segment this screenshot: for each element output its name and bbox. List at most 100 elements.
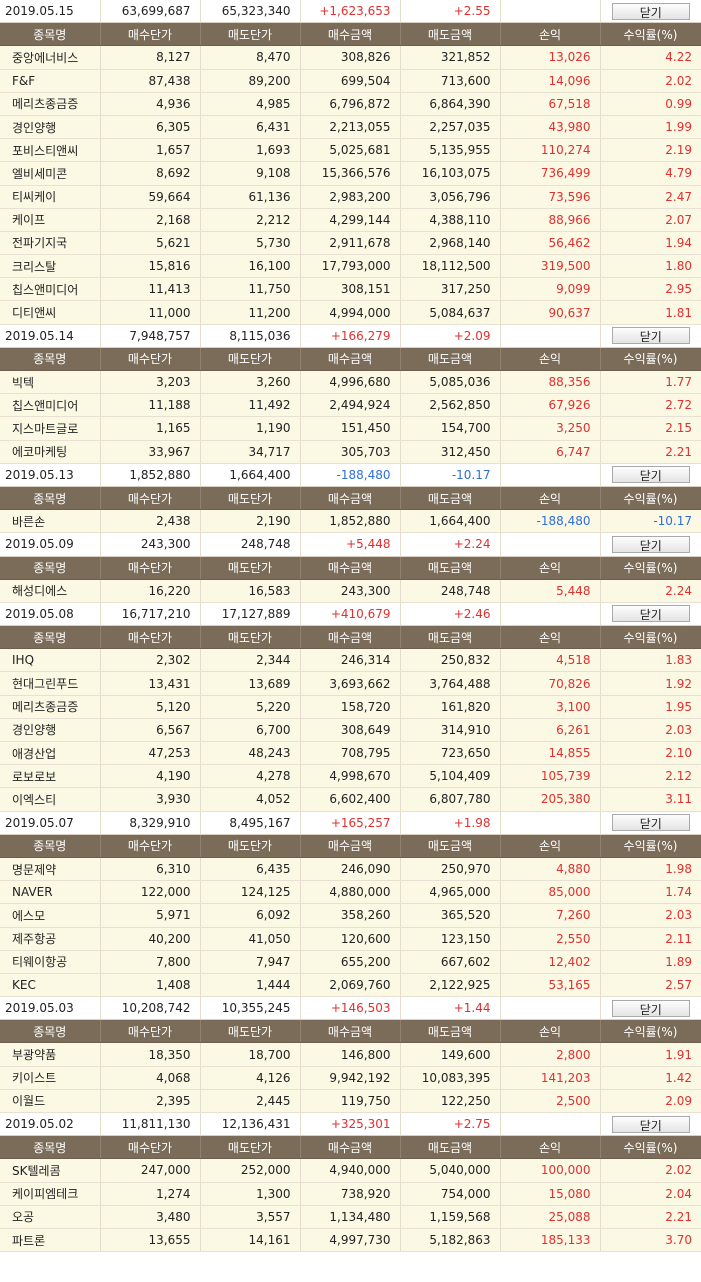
- stock-name: 경인양행: [0, 115, 101, 140]
- trade-row: 제주항공 40,200 41,050 120,600 123,150 2,550 2.11: [0, 927, 701, 951]
- col-header-buy-price: 매수단가: [100, 834, 201, 858]
- col-header-profit: 손익: [500, 1135, 601, 1160]
- trade-date: 2019.05.09: [0, 532, 101, 557]
- buy-total: 16,717,210: [100, 602, 201, 627]
- trade-row: 엘비세미콘 8,692 9,108 15,366,576 16,103,075 736,4…: [0, 161, 701, 186]
- close-button[interactable]: 닫기: [611, 814, 690, 832]
- summary-spacer: [500, 996, 601, 1021]
- sell-amount: 2,562,850: [400, 393, 501, 418]
- col-header-stock: 종목명: [0, 347, 101, 372]
- stock-name: 빅텍: [0, 370, 101, 395]
- profit: 100,000: [500, 1158, 601, 1183]
- trade-date: 2019.05.08: [0, 602, 101, 627]
- trade-row: 지스마트글로 1,165 1,190 151,450 154,700 3,250 2.15: [0, 416, 701, 441]
- trade-row: 이월드 2,395 2,445 119,750 122,250 2,500 2.09: [0, 1089, 701, 1114]
- close-button[interactable]: 닫기: [611, 999, 690, 1017]
- sell-amount: 3,056,796: [400, 185, 501, 209]
- buy-amount: 243,300: [300, 579, 401, 603]
- col-header-stock: 종목명: [0, 556, 101, 580]
- sell-price: 1,693: [200, 138, 301, 163]
- sell-amount: 248,748: [400, 579, 501, 603]
- sell-amount: 1,664,400: [400, 509, 501, 534]
- profit: 73,596: [500, 185, 601, 209]
- col-header-sell-price: 매도단가: [200, 625, 301, 650]
- buy-price: 1,657: [100, 138, 201, 163]
- close-button[interactable]: 닫기: [611, 1115, 690, 1133]
- buy-amount: 308,649: [300, 718, 401, 743]
- column-header-row: 종목명 매수단가 매도단가 매수금액 매도금액 손익 수익률(%): [0, 1135, 701, 1160]
- trade-row: 에스모 5,971 6,092 358,260 365,520 7,260 2.03: [0, 903, 701, 928]
- buy-price: 47,253: [100, 741, 201, 766]
- stock-name: 지스마트글로: [0, 416, 101, 441]
- profit: 88,356: [500, 370, 601, 395]
- sell-price: 5,220: [200, 695, 301, 719]
- rate: 2.07: [600, 208, 701, 232]
- col-header-rate: 수익률(%): [600, 347, 701, 372]
- buy-amount: 4,998,670: [300, 764, 401, 789]
- trade-date: 2019.05.13: [0, 463, 101, 487]
- close-button[interactable]: 닫기: [611, 2, 690, 20]
- sell-amount: 312,450: [400, 440, 501, 464]
- close-button[interactable]: 닫기: [611, 466, 690, 484]
- profit: 70,826: [500, 671, 601, 696]
- day-profit: +146,503: [300, 996, 401, 1021]
- buy-amount: 151,450: [300, 416, 401, 441]
- close-button[interactable]: 닫기: [611, 327, 690, 345]
- col-header-profit: 손익: [500, 22, 601, 47]
- profit: 13,026: [500, 45, 601, 70]
- trade-row: 케이프 2,168 2,212 4,299,144 4,388,110 88,966 2.0…: [0, 208, 701, 232]
- rate: 1.74: [600, 880, 701, 905]
- trade-table: 2019.05.15 63,699,687 65,323,340 +1,623,653…: [0, 0, 701, 1253]
- buy-price: 4,068: [100, 1066, 201, 1090]
- close-button[interactable]: 닫기: [611, 605, 690, 623]
- trade-row: 파트론 13,655 14,161 4,997,730 5,182,863 185,133…: [0, 1228, 701, 1253]
- rate: 1.83: [600, 648, 701, 673]
- col-header-sell-amount: 매도금액: [400, 1019, 501, 1044]
- buy-amount: 3,693,662: [300, 671, 401, 696]
- stock-name: 크리스탈: [0, 254, 101, 279]
- sell-price: 1,444: [200, 973, 301, 998]
- col-header-sell-price: 매도단가: [200, 1019, 301, 1044]
- rate: 2.24: [600, 579, 701, 603]
- sell-total: 17,127,889: [200, 602, 301, 627]
- buy-amount: 4,299,144: [300, 208, 401, 232]
- day-rate: +2.55: [400, 0, 501, 24]
- close-button[interactable]: 닫기: [611, 535, 690, 553]
- col-header-buy-amount: 매수금액: [300, 1135, 401, 1160]
- trade-row: 칩스앤미디어 11,188 11,492 2,494,924 2,562,850 67,9…: [0, 393, 701, 418]
- profit: 736,499: [500, 161, 601, 186]
- stock-name: 디티앤씨: [0, 300, 101, 325]
- profit: 110,274: [500, 138, 601, 163]
- buy-amount: 158,720: [300, 695, 401, 719]
- trade-row: 이엑스티 3,930 4,052 6,602,400 6,807,780 205,380 3…: [0, 787, 701, 812]
- sell-price: 16,100: [200, 254, 301, 279]
- sell-amount: 161,820: [400, 695, 501, 719]
- buy-price: 33,967: [100, 440, 201, 464]
- stock-name: 이월드: [0, 1089, 101, 1114]
- profit: 2,500: [500, 1089, 601, 1114]
- trade-history: 2019.05.15 63,699,687 65,323,340 +1,623,653…: [0, 0, 701, 1253]
- stock-name: 에코마케팅: [0, 440, 101, 464]
- rate: 2.72: [600, 393, 701, 418]
- stock-name: SK텔레콤: [0, 1158, 101, 1183]
- rate: 1.91: [600, 1042, 701, 1067]
- day-summary-row: 2019.05.13 1,852,880 1,664,400 -188,480 -10.…: [0, 463, 701, 487]
- col-header-sell-price: 매도단가: [200, 347, 301, 372]
- buy-total: 243,300: [100, 532, 201, 557]
- trade-row: IHQ 2,302 2,344 246,314 250,832 4,518 1.83: [0, 648, 701, 673]
- sell-price: 13,689: [200, 671, 301, 696]
- trade-row: 포비스티앤씨 1,657 1,693 5,025,681 5,135,955 110,27…: [0, 138, 701, 163]
- rate: 2.19: [600, 138, 701, 163]
- buy-total: 1,852,880: [100, 463, 201, 487]
- stock-name: 제주항공: [0, 927, 101, 951]
- summary-spacer: [500, 324, 601, 348]
- stock-name: 에스모: [0, 903, 101, 928]
- sell-price: 14,161: [200, 1228, 301, 1253]
- profit: 53,165: [500, 973, 601, 998]
- close-button-cell: 닫기: [600, 532, 701, 557]
- sell-amount: 321,852: [400, 45, 501, 70]
- buy-amount: 4,997,730: [300, 1228, 401, 1253]
- rate: 1.98: [600, 857, 701, 882]
- rate: 2.02: [600, 1158, 701, 1183]
- buy-price: 3,480: [100, 1205, 201, 1229]
